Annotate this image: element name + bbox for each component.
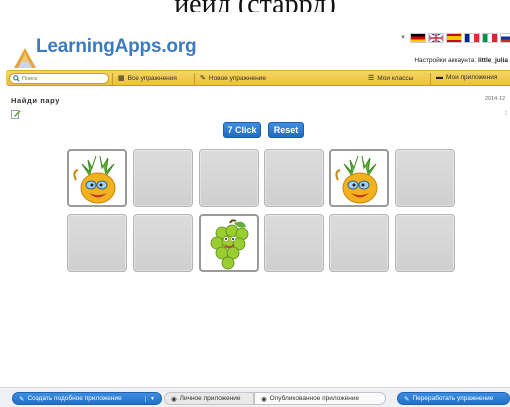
account-label: Настройки аккаунта: <box>414 57 477 64</box>
card-hidden[interactable] <box>395 149 455 207</box>
nav-divider <box>194 73 195 85</box>
account-username: little_julia <box>478 57 508 64</box>
pencil-icon: ✎ <box>404 395 410 403</box>
nav-my-apps[interactable]: ▬ Мои приложения <box>436 74 497 81</box>
nav-new-exercise[interactable]: ✎ Новое упражнение <box>200 74 266 83</box>
card-pineapple[interactable] <box>329 149 389 207</box>
card-pineapple[interactable] <box>67 149 127 207</box>
list-icon: ☰ <box>368 75 375 82</box>
card-hidden[interactable] <box>395 214 455 272</box>
reset-button[interactable]: Reset <box>268 122 304 138</box>
rework-exercise-button[interactable]: ✎ Переработать упражнение <box>397 392 510 405</box>
uk-flag-icon[interactable] <box>427 33 444 43</box>
pineapple-icon <box>73 155 116 204</box>
card-hidden[interactable] <box>133 149 193 207</box>
app-title: Найди пару <box>11 96 61 105</box>
card-hidden[interactable] <box>67 214 127 272</box>
eye-icon: ◉ <box>261 395 267 403</box>
nav-divider <box>112 73 113 85</box>
edit-icon: ✎ <box>200 75 206 82</box>
folder-icon: ▬ <box>436 74 443 81</box>
language-flags[interactable]: ▼ <box>400 33 510 43</box>
create-similar-app-button[interactable]: ✎ Создать подобное приложение ▼ <box>12 392 162 405</box>
nav-my-classes[interactable]: ☰ Мои классы <box>368 74 414 83</box>
russian-flag-icon[interactable] <box>499 33 510 43</box>
private-app-toggle[interactable]: ◉ Личное приложение <box>164 392 254 405</box>
click-counter-button[interactable]: 7 Click <box>223 122 261 138</box>
main-navbar: ▦ Все упражнения ✎ Новое упражнение ☰ Мо… <box>6 70 510 86</box>
learningapps-logo[interactable]: LearningApps.org <box>12 36 197 70</box>
search-box[interactable] <box>9 73 109 84</box>
dropdown-arrow-icon[interactable]: ▼ <box>400 35 406 41</box>
card-hidden[interactable] <box>264 214 324 272</box>
card-hidden[interactable] <box>133 214 193 272</box>
create-similar-app-label: Создать подобное приложение <box>27 395 122 402</box>
grid-icon: ▦ <box>118 75 125 82</box>
chevron-down-icon[interactable]: ▼ <box>145 395 155 402</box>
german-flag-icon[interactable] <box>409 33 426 43</box>
edit-app-icon[interactable] <box>11 109 21 119</box>
french-flag-icon[interactable] <box>463 33 480 43</box>
nav-my-classes-label: Мои классы <box>377 74 414 82</box>
spanish-flag-icon[interactable] <box>445 33 462 43</box>
nav-all-exercises[interactable]: ▦ Все упражнения <box>118 74 177 83</box>
private-app-label: Личное приложение <box>179 395 241 402</box>
card-hidden[interactable] <box>264 149 324 207</box>
page-caption-fragment: иеид (старрд) <box>115 0 395 12</box>
card-hidden[interactable] <box>329 214 389 272</box>
nav-all-exercises-label: Все упражнения <box>127 74 177 82</box>
account-settings-link[interactable]: Настройки аккаунта: little_julia <box>380 57 508 64</box>
pineapple-icon <box>335 155 378 204</box>
card-grapes[interactable] <box>199 214 259 272</box>
nav-my-apps-label: Мои приложения <box>446 74 498 81</box>
search-icon <box>13 75 20 82</box>
card-hidden[interactable] <box>199 149 259 207</box>
nav-divider <box>430 73 431 85</box>
grapes-icon <box>210 219 249 270</box>
logo-mark-icon <box>14 48 36 68</box>
nav-new-exercise-label: Новое упражнение <box>208 74 266 82</box>
app-date: 2014-12 <box>485 96 506 102</box>
italian-flag-icon[interactable] <box>481 33 498 43</box>
published-app-label: Опубликованное приложение <box>269 395 360 402</box>
published-app-toggle[interactable]: ◉ Опубликованное приложение <box>254 392 386 405</box>
rework-exercise-label: Переработать упражнение <box>412 395 494 402</box>
search-input[interactable] <box>22 75 102 82</box>
eye-icon: ◉ <box>171 395 177 403</box>
edit-icon: ✎ <box>19 395 25 403</box>
brand-name: LearningApps.org <box>36 36 197 57</box>
more-options-icon[interactable]: ⁝ <box>505 110 507 117</box>
